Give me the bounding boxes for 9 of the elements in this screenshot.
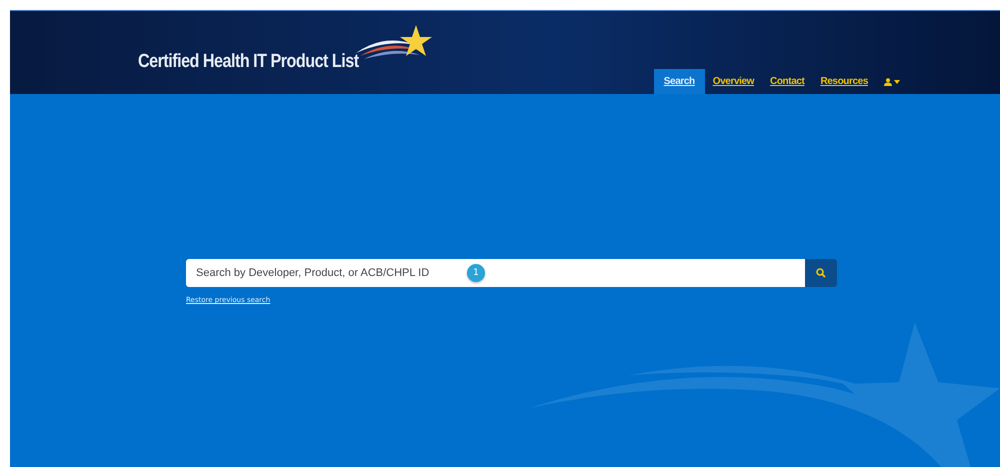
nav-tab[interactable]: Search <box>654 69 705 94</box>
caret-icon <box>894 80 900 84</box>
site-title[interactable]: Certified Health IT Product List <box>138 51 359 73</box>
nav-tab[interactable]: Overview <box>704 69 762 94</box>
user-icon <box>884 78 892 86</box>
search-button[interactable] <box>805 259 837 287</box>
nav-tab[interactable]: Resources <box>812 69 876 94</box>
nav-tab[interactable]: Contact <box>762 69 812 94</box>
search-icon <box>816 268 826 278</box>
